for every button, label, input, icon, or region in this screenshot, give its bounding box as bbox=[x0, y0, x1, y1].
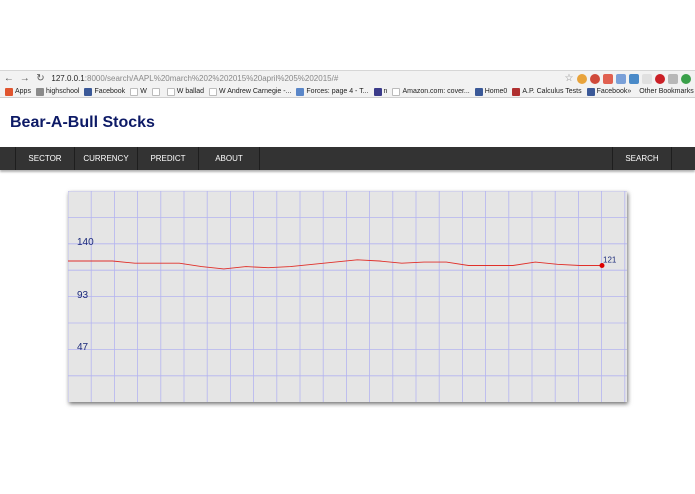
bookmark-label: Facebook bbox=[94, 88, 126, 95]
nav-about[interactable]: ABOUT bbox=[199, 147, 260, 170]
extension-gray-icon[interactable] bbox=[668, 73, 678, 84]
price-line bbox=[68, 259, 602, 270]
bookmarks-right: » Other Bookmarks bbox=[627, 88, 693, 95]
main-navbar: SECTOR CURRENCY PREDICT ABOUT SEARCH bbox=[0, 147, 695, 170]
bookmark-9[interactable]: Amazon.com: cover... bbox=[392, 87, 470, 96]
bookmark-4[interactable] bbox=[151, 87, 162, 96]
page-icon bbox=[151, 87, 160, 96]
nav-sector[interactable]: SECTOR bbox=[16, 147, 75, 170]
n-icon bbox=[373, 87, 382, 96]
bookmarks-bar: Apps highschool Facebook W W ballad W Andrew … bbox=[0, 86, 695, 98]
bookmark-1[interactable]: highschool bbox=[35, 87, 80, 96]
extension-icons: ☆ bbox=[564, 73, 691, 84]
bookmark-label: W ballad bbox=[176, 88, 205, 95]
nav-predict[interactable]: PREDICT bbox=[138, 147, 199, 170]
bookmark-label: A.P. Calculus Tests bbox=[522, 88, 582, 95]
browser-toolbar: ← → ↻ 127.0.0.1:8000/search/AAPL%20march… bbox=[0, 70, 695, 86]
window-top-area bbox=[0, 0, 695, 70]
extension-emoji-icon[interactable] bbox=[577, 73, 587, 84]
bookmark-label: n bbox=[383, 88, 388, 95]
facebook-icon bbox=[474, 87, 483, 96]
extension-red-icon[interactable] bbox=[603, 73, 613, 84]
bookmark-label: highschool bbox=[45, 88, 80, 95]
y-tick-label: 47 bbox=[77, 342, 89, 353]
url-host: 127.0.0.1 bbox=[51, 74, 85, 83]
bookmark-label: W bbox=[140, 88, 147, 95]
bookmark-label: Forces: page 4 - T... bbox=[306, 88, 369, 95]
wikipedia-icon bbox=[130, 87, 139, 96]
bookmark-5[interactable]: W ballad bbox=[166, 87, 205, 96]
facebook-icon bbox=[84, 87, 93, 96]
url-path: :8000/search/AAPL%20march%202%202015%20a… bbox=[84, 74, 339, 83]
extension-blue-icon[interactable] bbox=[616, 73, 626, 84]
bookmark-6[interactable]: W Andrew Carnegie -... bbox=[209, 87, 292, 96]
navbar-left-edge bbox=[0, 147, 16, 170]
page-icon bbox=[512, 87, 521, 96]
navbar-right-edge bbox=[672, 147, 695, 170]
navbar-fill bbox=[260, 147, 612, 170]
bookmark-label: Amazon.com: cover... bbox=[402, 88, 470, 95]
bookmark-10[interactable]: Home0 bbox=[474, 87, 508, 96]
bookmark-label: Apps bbox=[15, 88, 31, 95]
y-tick-label: 140 bbox=[77, 237, 94, 248]
bookmark-label: Home0 bbox=[484, 88, 508, 95]
other-bookmarks[interactable]: Other Bookmarks bbox=[639, 88, 693, 95]
extension-abp-icon[interactable] bbox=[590, 73, 600, 84]
forward-arrow-icon[interactable]: → bbox=[18, 72, 32, 86]
reload-icon[interactable]: ↻ bbox=[34, 72, 48, 86]
wikipedia-icon bbox=[166, 87, 175, 96]
bookmark-7[interactable]: Forces: page 4 - T... bbox=[296, 87, 369, 96]
star-bookmark-icon[interactable]: ☆ bbox=[564, 73, 574, 84]
wikipedia-icon bbox=[209, 87, 218, 96]
extension-blank-icon[interactable] bbox=[642, 73, 652, 84]
bookmark-0[interactable]: Apps bbox=[5, 87, 31, 96]
page-icon bbox=[296, 87, 305, 96]
stock-chart: 140 93 47 121 bbox=[68, 191, 627, 402]
extension-green-icon[interactable] bbox=[681, 73, 691, 84]
bookmark-12[interactable]: Facebook bbox=[586, 87, 628, 96]
amazon-icon bbox=[392, 87, 401, 96]
bookmark-11[interactable]: A.P. Calculus Tests bbox=[512, 87, 582, 96]
bookmark-2[interactable]: Facebook bbox=[84, 87, 126, 96]
bookmarks-overflow-icon[interactable]: » bbox=[627, 88, 631, 95]
pinterest-icon[interactable] bbox=[655, 73, 665, 84]
apps-grid-icon bbox=[5, 87, 13, 96]
y-tick-label: 93 bbox=[77, 290, 89, 301]
bookmark-label: Facebook bbox=[596, 88, 628, 95]
last-price-label: 121 bbox=[603, 255, 617, 264]
facebook-icon bbox=[586, 87, 595, 96]
stock-chart-svg: 140 93 47 121 bbox=[68, 191, 627, 402]
site-title[interactable]: Bear-A-Bull Stocks bbox=[10, 114, 155, 132]
folder-icon bbox=[35, 87, 44, 96]
nav-currency[interactable]: CURRENCY bbox=[75, 147, 138, 170]
bookmark-8[interactable]: n bbox=[373, 87, 388, 96]
bookmark-label: W Andrew Carnegie -... bbox=[219, 88, 292, 95]
extension-p-icon[interactable] bbox=[629, 73, 639, 84]
address-bar[interactable]: 127.0.0.1:8000/search/AAPL%20march%202%2… bbox=[51, 72, 564, 86]
nav-search[interactable]: SEARCH bbox=[612, 147, 672, 170]
bookmark-3[interactable]: W bbox=[130, 87, 147, 96]
back-arrow-icon[interactable]: ← bbox=[2, 72, 16, 86]
